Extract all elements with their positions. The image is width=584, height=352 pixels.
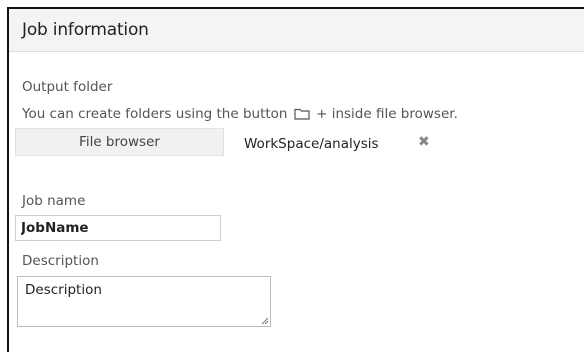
output-folder-label: Output folder <box>22 79 113 95</box>
hint-text-before: You can create folders using the button <box>22 106 288 122</box>
selected-folder-path: WorkSpace/analysis <box>244 136 379 152</box>
panel-title: Job information <box>22 20 149 40</box>
description-label: Description <box>22 253 99 269</box>
panel-header: Job information <box>9 9 584 52</box>
file-browser-button[interactable]: File browser <box>15 128 224 156</box>
times-icon[interactable]: ✖ <box>418 134 430 150</box>
output-folder-hint: You can create folders using the button … <box>22 106 458 124</box>
job-name-label: Job name <box>22 193 86 209</box>
resize-grip-icon[interactable] <box>261 317 269 325</box>
hint-text-after: + inside file browser. <box>316 106 458 122</box>
job-name-input[interactable] <box>15 215 221 241</box>
description-textarea[interactable]: Description <box>17 276 271 327</box>
folder-icon <box>294 107 310 124</box>
